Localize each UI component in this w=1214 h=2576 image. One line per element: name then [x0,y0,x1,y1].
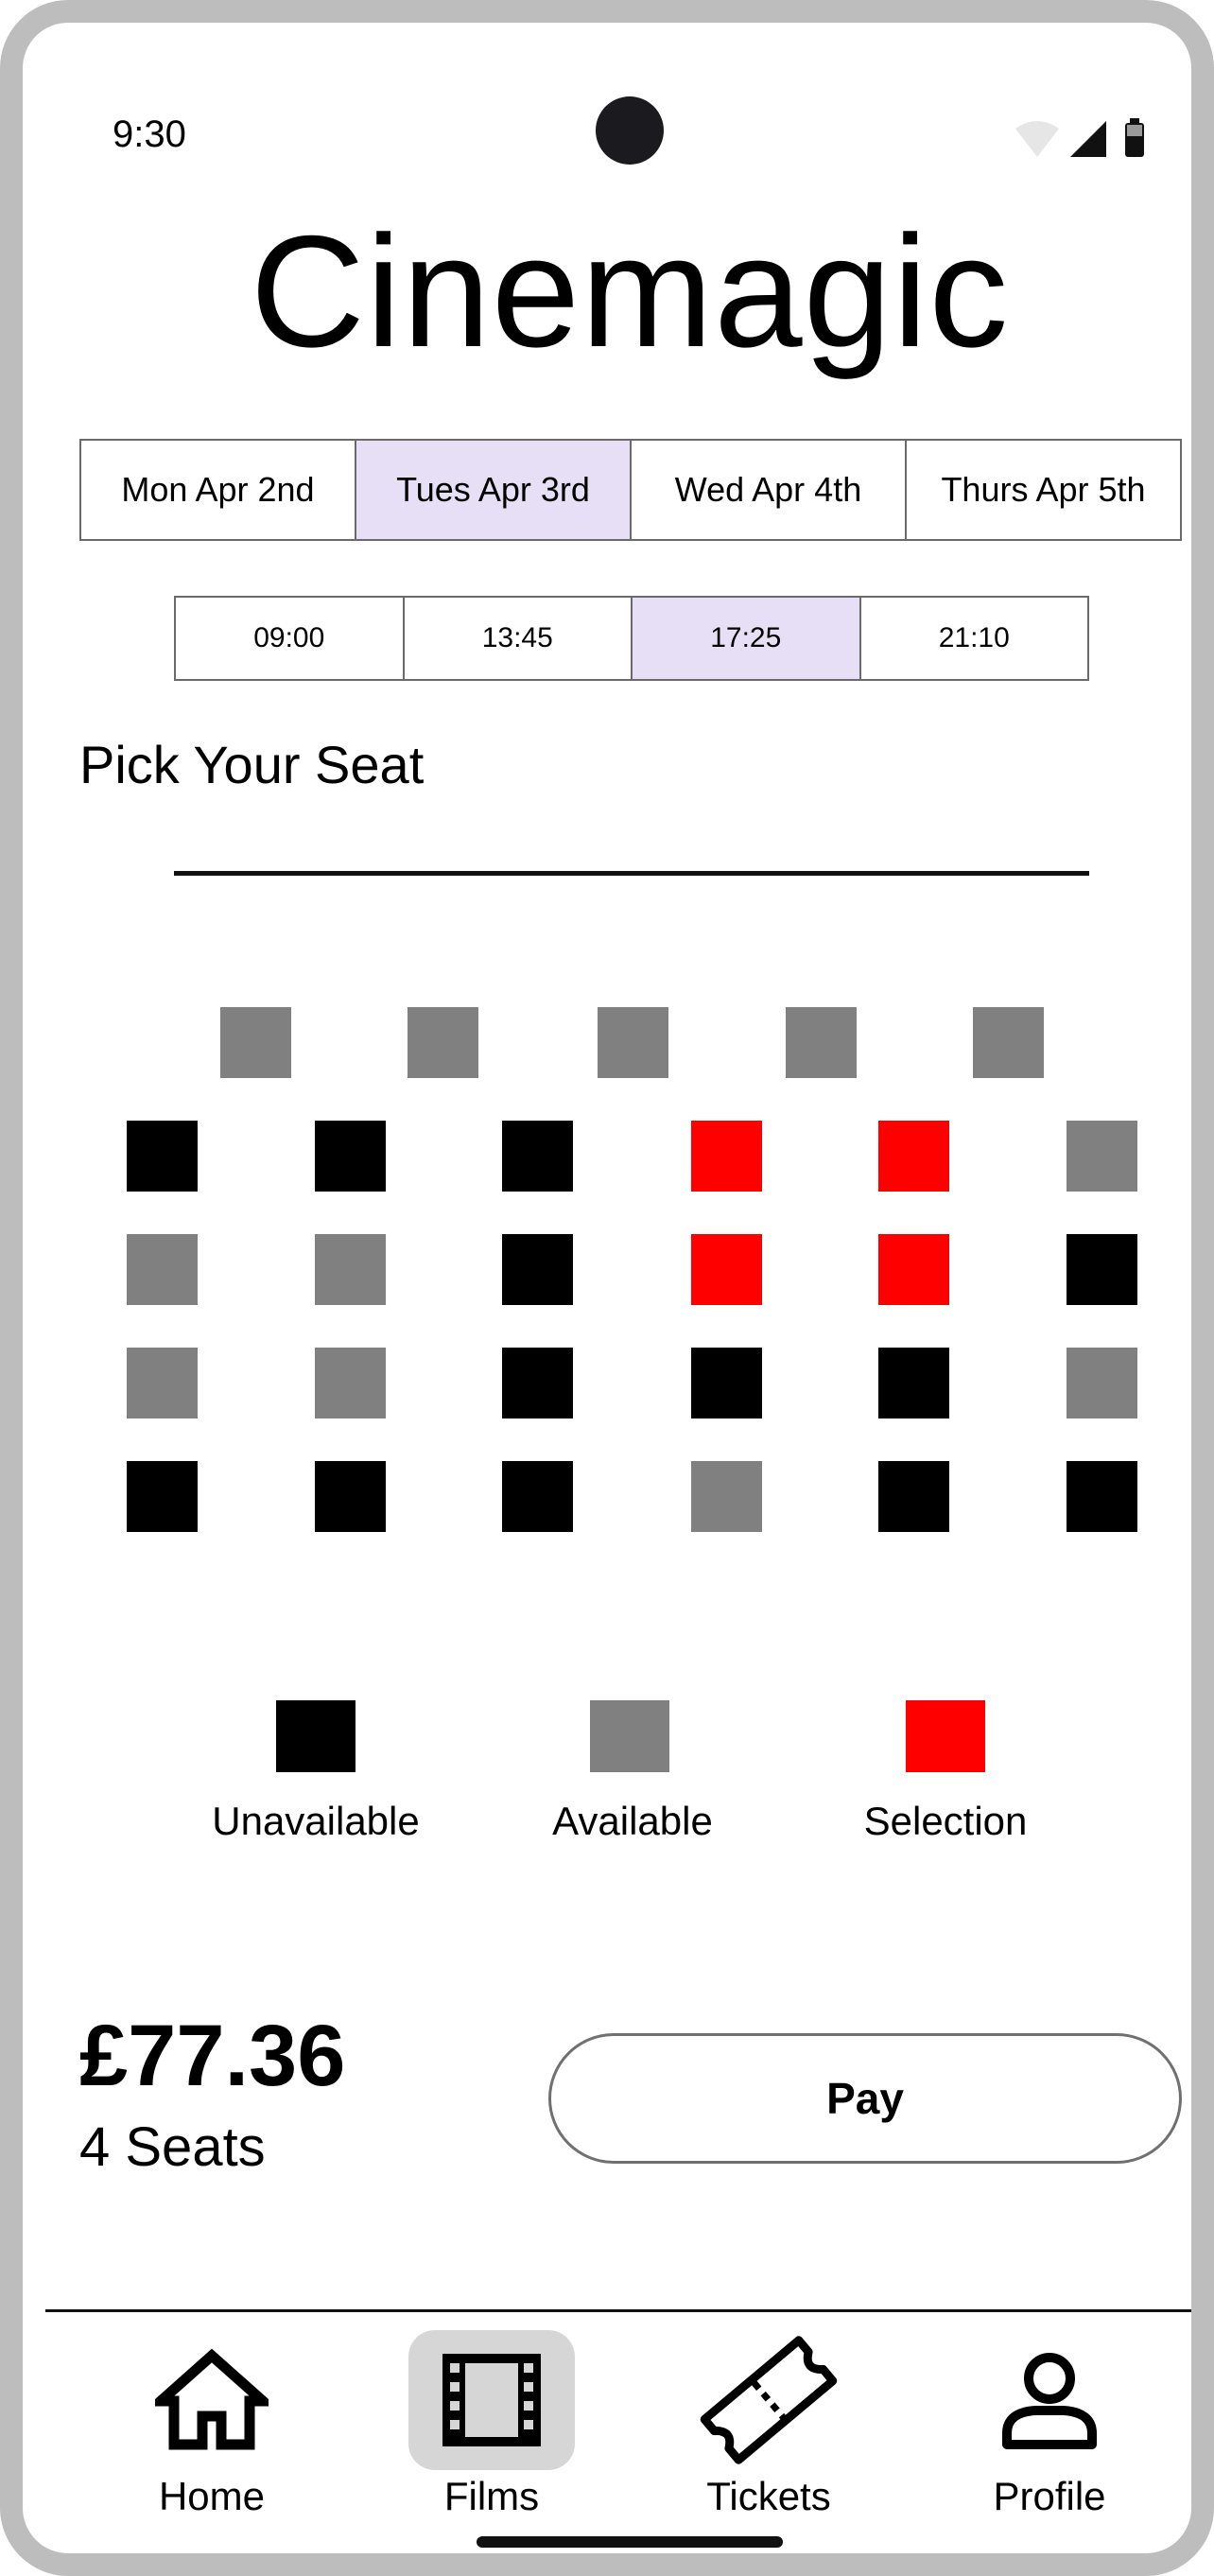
date-tab-thurs[interactable]: Thurs Apr 5th [905,439,1182,541]
section-title: Pick Your Seat [79,735,425,794]
seat-unavailable [502,1234,573,1305]
nav-icon-container-active [408,2330,575,2470]
seat-available[interactable] [1067,1348,1137,1419]
seat-selection[interactable] [878,1234,949,1305]
nav-icon-container [129,2330,295,2470]
camera-cutout [596,96,664,165]
seat-unavailable [691,1348,762,1419]
showtime-label: 09:00 [253,622,325,653]
nav-label-profile: Profile [993,2474,1106,2518]
date-tab-label: Tues Apr 3rd [396,470,590,509]
seat-selection[interactable] [691,1121,762,1192]
app-title: Cinemagic [250,202,1010,380]
seat-available[interactable] [691,1461,762,1532]
ticket-icon [700,2336,838,2464]
seat-available[interactable] [408,1007,478,1078]
nav-item-profile[interactable]: Profile [927,2330,1172,2519]
nav-item-tickets[interactable]: Tickets [646,2330,892,2519]
seat-available[interactable] [1067,1121,1137,1192]
seat-unavailable [1067,1461,1137,1532]
showtime-tab-2110[interactable]: 21:10 [858,596,1089,681]
legend-unavailable-label: Unavailable [212,1799,420,1843]
date-tab-mon[interactable]: Mon Apr 2nd [79,439,356,541]
nav-item-home[interactable]: Home [89,2330,335,2519]
pay-button-label: Pay [826,2074,904,2123]
profile-icon [1002,2353,1097,2449]
seat-available[interactable] [127,1234,198,1305]
date-tab-wed[interactable]: Wed Apr 4th [630,439,907,541]
status-time: 9:30 [113,113,186,155]
nav-item-films[interactable]: Films [369,2330,615,2519]
seat-unavailable [878,1461,949,1532]
nav-label-tickets: Tickets [706,2474,831,2518]
seat-count: 4 Seats [79,2116,266,2178]
seat-unavailable [502,1121,573,1192]
nav-divider [45,2309,1191,2312]
seat-unavailable [315,1121,386,1192]
cinema-screen [174,871,1089,876]
seat-available[interactable] [598,1007,668,1078]
pay-button[interactable]: Pay [548,2033,1182,2164]
nav-icon-container [685,2330,852,2470]
seat-unavailable [878,1348,949,1419]
seat-available[interactable] [973,1007,1044,1078]
date-tab-label: Mon Apr 2nd [121,470,315,509]
seat-selection[interactable] [878,1121,949,1192]
seat-unavailable [1067,1234,1137,1305]
seat-selection[interactable] [691,1234,762,1305]
wifi-icon [1015,121,1059,157]
signal-icon [1070,121,1106,157]
home-indicator [477,2536,783,2548]
nav-icon-container [966,2330,1133,2470]
seat-unavailable [502,1461,573,1532]
showtime-selector: 09:00 13:45 17:25 21:10 [174,596,1089,681]
showtime-label: 17:25 [710,622,782,653]
home-icon [155,2348,269,2450]
date-tab-label: Thurs Apr 5th [941,470,1146,509]
date-tab-label: Wed Apr 4th [674,470,862,509]
phone-frame: 9:30 Cinemagic Mon Apr 2nd Tues Apr 3rd … [0,0,1214,2576]
nav-label-films: Films [443,2474,540,2518]
seat-unavailable [315,1461,386,1532]
seat-unavailable [502,1348,573,1419]
seat-unavailable [127,1461,198,1532]
legend-available-swatch [590,1700,669,1772]
date-tab-tues[interactable]: Tues Apr 3rd [355,439,632,541]
legend-selection-label: Selection [863,1799,1028,1843]
total-price: £77.36 [79,2008,346,2104]
legend-unavailable-swatch [276,1700,356,1772]
date-selector: Mon Apr 2nd Tues Apr 3rd Wed Apr 4th Thu… [79,439,1182,541]
seat-available[interactable] [127,1348,198,1419]
seat-available[interactable] [786,1007,857,1078]
showtime-label: 13:45 [481,622,553,653]
legend-selection-swatch [906,1700,985,1772]
showtime-tab-0900[interactable]: 09:00 [174,596,405,681]
showtime-tab-1725[interactable]: 17:25 [631,596,861,681]
seat-unavailable [127,1121,198,1192]
nav-label-home: Home [158,2474,266,2518]
legend-available-label: Available [552,1799,713,1843]
showtime-tab-1345[interactable]: 13:45 [402,596,633,681]
showtime-label: 21:10 [938,622,1010,653]
seat-available[interactable] [220,1007,291,1078]
film-icon [442,2354,541,2446]
status-icons [1015,118,1144,157]
seat-available[interactable] [315,1348,386,1419]
seat-available[interactable] [315,1234,386,1305]
